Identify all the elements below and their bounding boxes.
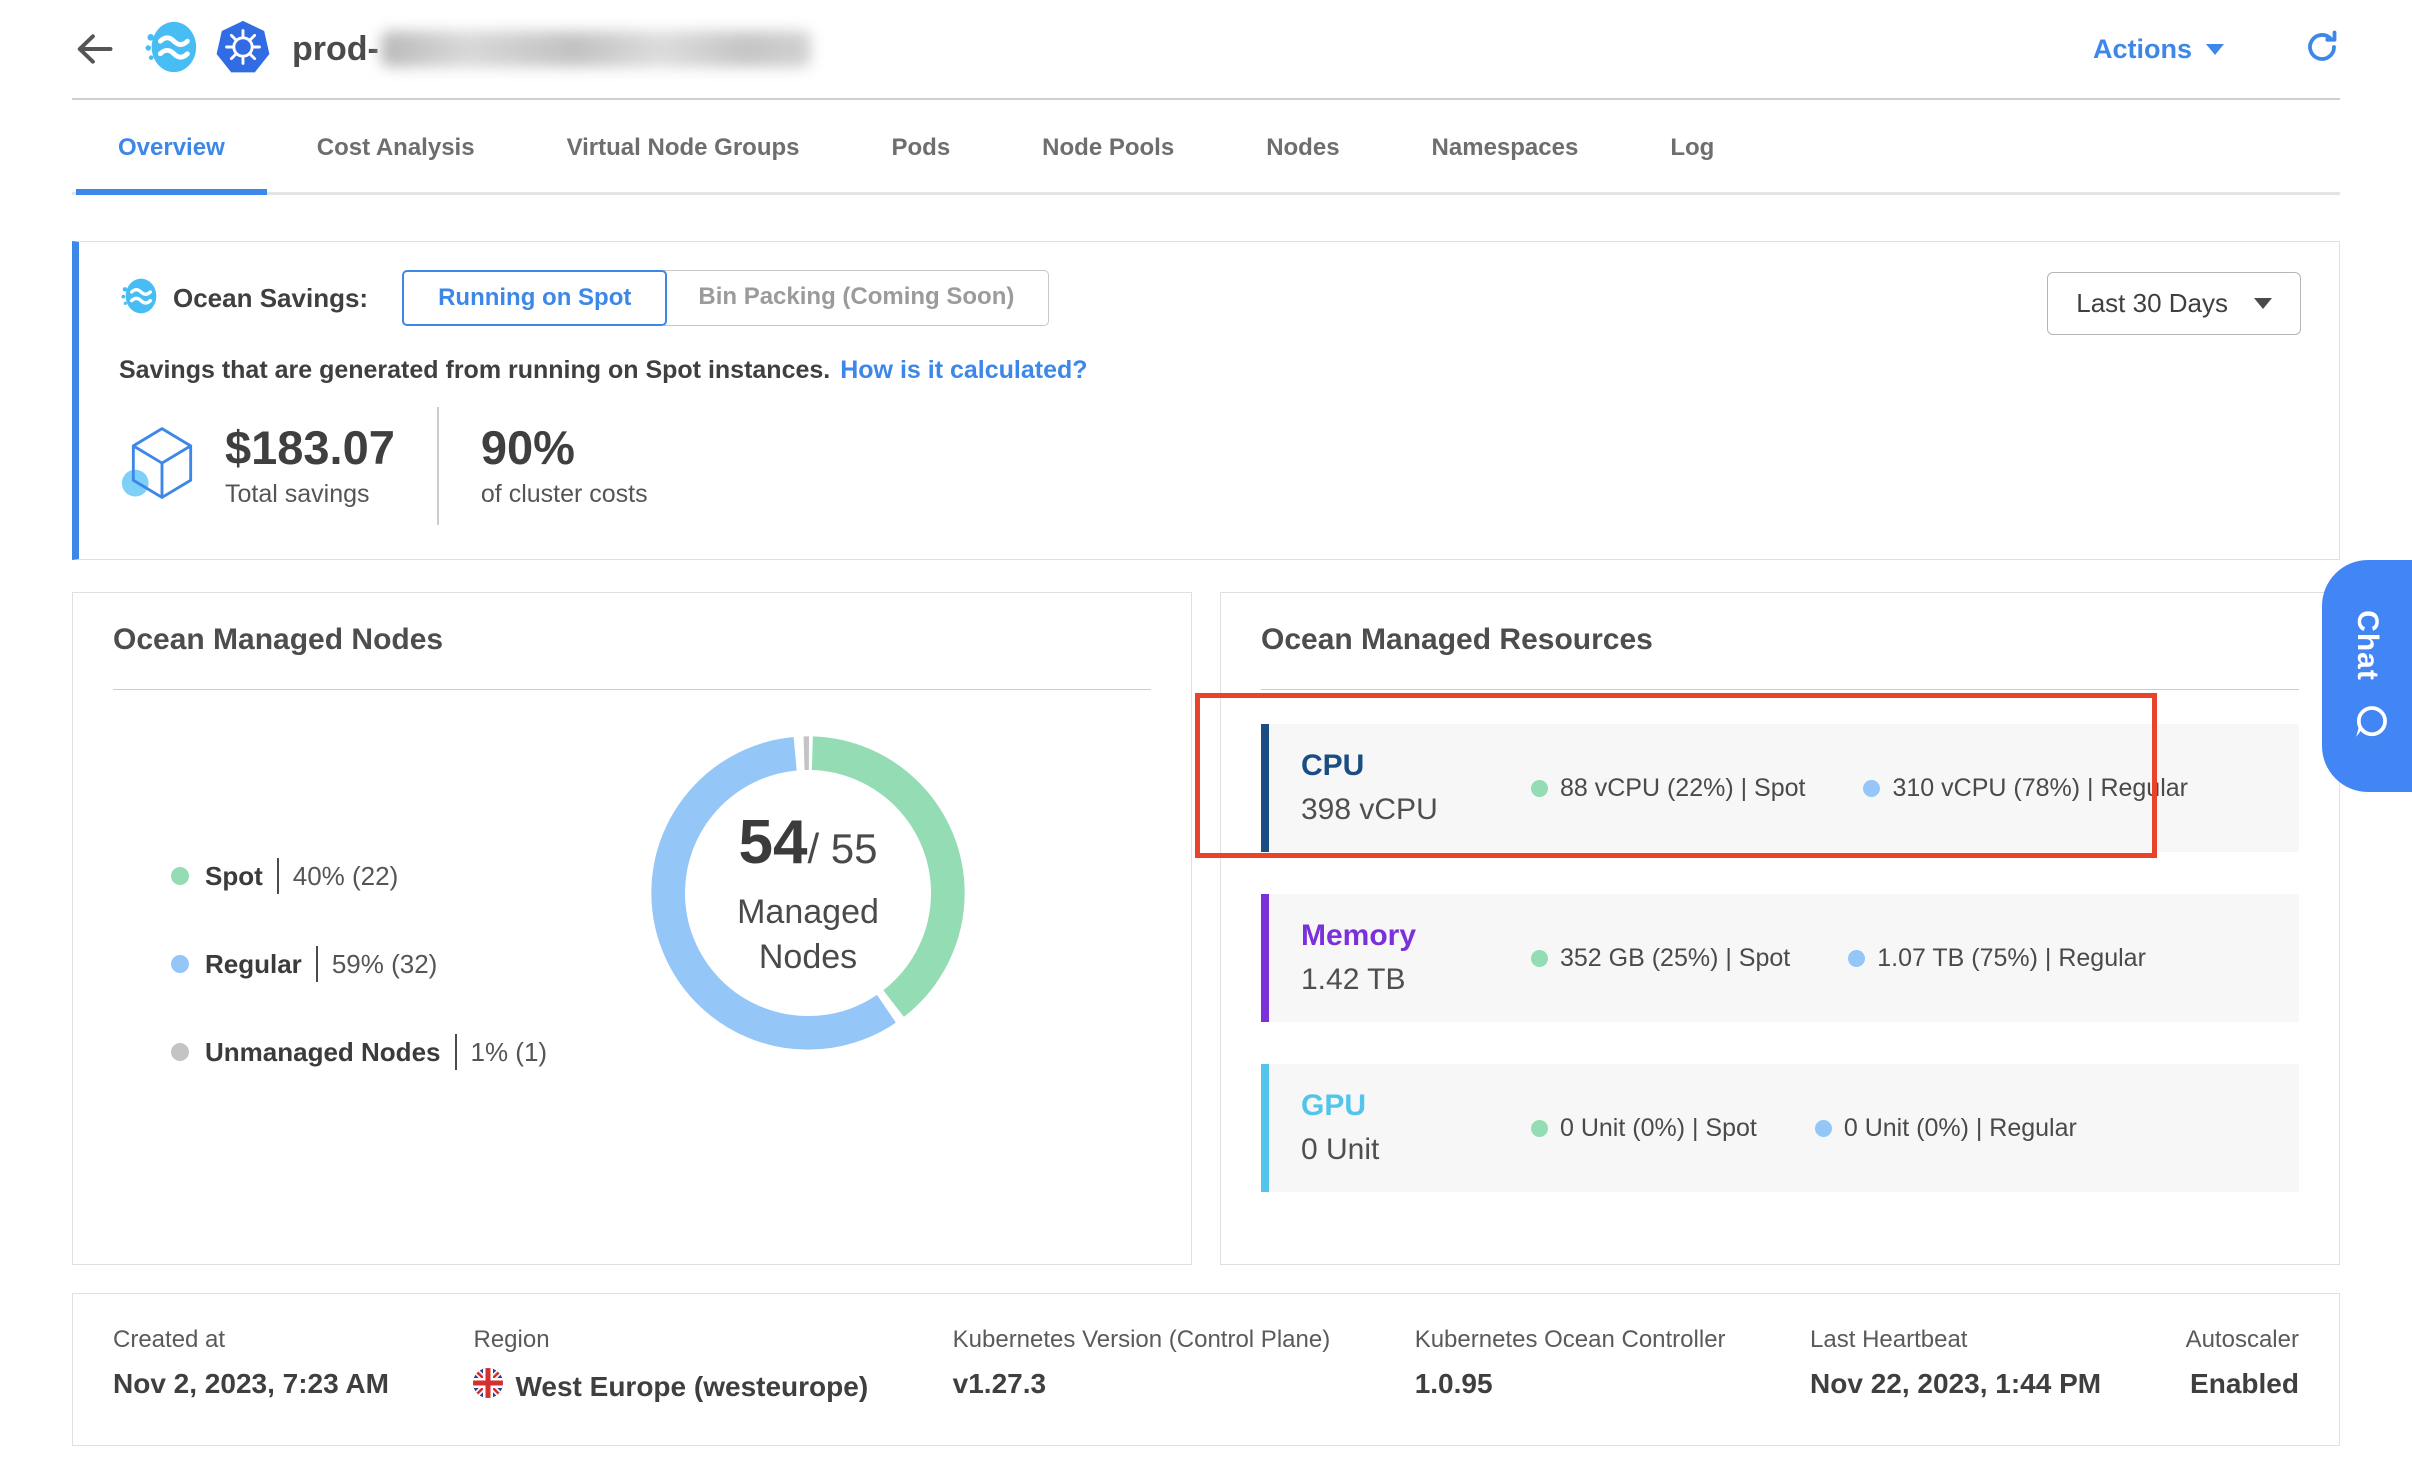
tab-pods[interactable]: Pods	[845, 100, 996, 192]
tab-bar: Overview Cost Analysis Virtual Node Grou…	[72, 100, 2340, 195]
ocean-wave-icon	[142, 18, 200, 81]
legend-item-regular[interactable]: Regular 59% (32)	[171, 946, 631, 982]
regular-dot	[1815, 1120, 1832, 1137]
spot-dot	[1531, 1120, 1548, 1137]
how-is-it-calculated-link[interactable]: How is it calculated?	[840, 356, 1087, 384]
cluster-cost-pct-label: of cluster costs	[481, 480, 648, 509]
divider	[1261, 689, 2299, 690]
cluster-cost-pct-value: 90%	[481, 423, 648, 472]
savings-description: Savings that are generated from running …	[119, 356, 2299, 385]
donut-center-label: Managed Nodes	[737, 890, 879, 978]
last-heartbeat: Last Heartbeat Nov 22, 2023, 1:44 PM	[1810, 1326, 2101, 1405]
divider	[455, 1034, 457, 1070]
regular-dot	[1848, 950, 1865, 967]
refresh-icon[interactable]	[2304, 29, 2340, 70]
ocean-savings-label: Ocean Savings:	[173, 283, 368, 314]
unmanaged-dot	[171, 1043, 189, 1061]
region: Region West Europe (westeurope)	[473, 1326, 868, 1405]
managed-nodes-count: 54	[738, 808, 807, 877]
cluster-header: prod- Actions	[72, 0, 2340, 100]
running-on-spot-toggle[interactable]: Running on Spot	[402, 270, 667, 326]
period-dropdown[interactable]: Last 30 Days	[2047, 272, 2301, 335]
legend-item-spot[interactable]: Spot 40% (22)	[171, 858, 631, 894]
kubernetes-icon	[214, 18, 272, 81]
created-at: Created at Nov 2, 2023, 7:23 AM	[113, 1326, 389, 1405]
donut-legend: Spot 40% (22) Regular 59% (32) Unmanaged…	[171, 858, 631, 1122]
regular-stat: 1.07 TB (75%) | Regular	[1848, 944, 2146, 973]
ocean-wave-icon	[119, 276, 159, 321]
tab-overview[interactable]: Overview	[72, 100, 271, 192]
uk-flag-icon	[473, 1368, 503, 1405]
total-savings-label: Total savings	[225, 480, 395, 509]
autoscaler-status: Autoscaler Enabled	[2186, 1326, 2299, 1405]
resource-total: 398 vCPU	[1301, 793, 1531, 827]
legend-item-unmanaged[interactable]: Unmanaged Nodes 1% (1)	[171, 1034, 631, 1070]
divider	[277, 858, 279, 894]
redacted-cluster-name	[381, 31, 811, 67]
card-title: Ocean Managed Nodes	[113, 623, 1151, 657]
tab-namespaces[interactable]: Namespaces	[1386, 100, 1625, 192]
regular-stat: 0 Unit (0%) | Regular	[1815, 1114, 2077, 1143]
status-badge: Enabled	[2186, 1368, 2299, 1400]
spot-stat: 0 Unit (0%) | Spot	[1531, 1114, 1757, 1143]
chat-label: Chat	[2350, 610, 2384, 681]
chevron-down-icon	[2206, 44, 2224, 55]
card-title: Ocean Managed Resources	[1261, 623, 2299, 657]
tab-virtual-node-groups[interactable]: Virtual Node Groups	[521, 100, 846, 192]
spot-stat: 88 vCPU (22%) | Spot	[1531, 774, 1805, 803]
chat-button[interactable]: Chat	[2322, 560, 2412, 792]
bin-packing-toggle[interactable]: Bin Packing (Coming Soon)	[664, 270, 1049, 326]
spot-dot	[1531, 950, 1548, 967]
cluster-info-footer: Created at Nov 2, 2023, 7:23 AM Region	[72, 1293, 2340, 1446]
cube-icon	[119, 421, 205, 512]
tab-log[interactable]: Log	[1624, 100, 1760, 192]
managed-nodes-donut-chart: 54/ 55 Managed Nodes	[631, 716, 985, 1070]
savings-view-toggle: Running on Spot Bin Packing (Coming Soon…	[402, 270, 1049, 326]
actions-menu-button[interactable]: Actions	[2093, 34, 2224, 65]
resource-row-gpu: GPU 0 Unit 0 Unit (0%) | Spot 0 Unit (0%…	[1261, 1064, 2299, 1192]
spot-dot	[1531, 780, 1548, 797]
regular-dot	[171, 955, 189, 973]
total-savings-value: $183.07	[225, 423, 395, 472]
divider	[437, 407, 439, 525]
resource-row-cpu: CPU 398 vCPU 88 vCPU (22%) | Spot 310 vC…	[1261, 724, 2299, 852]
page-title: prod-	[292, 30, 811, 69]
resource-total: 1.42 TB	[1301, 963, 1531, 997]
tab-node-pools[interactable]: Node Pools	[996, 100, 1220, 192]
divider	[316, 946, 318, 982]
ocean-controller-version: Kubernetes Ocean Controller 1.0.95	[1415, 1326, 1726, 1405]
chat-bubble-icon	[2344, 700, 2391, 742]
tab-cost-analysis[interactable]: Cost Analysis	[271, 100, 521, 192]
regular-dot	[1863, 780, 1880, 797]
ocean-managed-resources-card: Ocean Managed Resources CPU 398 vCPU 88 …	[1220, 592, 2340, 1265]
regular-stat: 310 vCPU (78%) | Regular	[1863, 774, 2188, 803]
chevron-down-icon	[2254, 298, 2272, 309]
resource-row-memory: Memory 1.42 TB 352 GB (25%) | Spot 1.07 …	[1261, 894, 2299, 1022]
ocean-savings-card: Ocean Savings: Running on Spot Bin Packi…	[72, 241, 2340, 560]
tab-nodes[interactable]: Nodes	[1220, 100, 1385, 192]
spot-dot	[171, 867, 189, 885]
back-arrow-icon[interactable]	[72, 27, 116, 71]
resource-total: 0 Unit	[1301, 1133, 1531, 1167]
kubernetes-version: Kubernetes Version (Control Plane) v1.27…	[953, 1326, 1331, 1405]
ocean-managed-nodes-card: Ocean Managed Nodes Spot 40% (22) Regula…	[72, 592, 1192, 1265]
total-nodes-count: / 55	[807, 825, 877, 872]
spot-stat: 352 GB (25%) | Spot	[1531, 944, 1790, 973]
